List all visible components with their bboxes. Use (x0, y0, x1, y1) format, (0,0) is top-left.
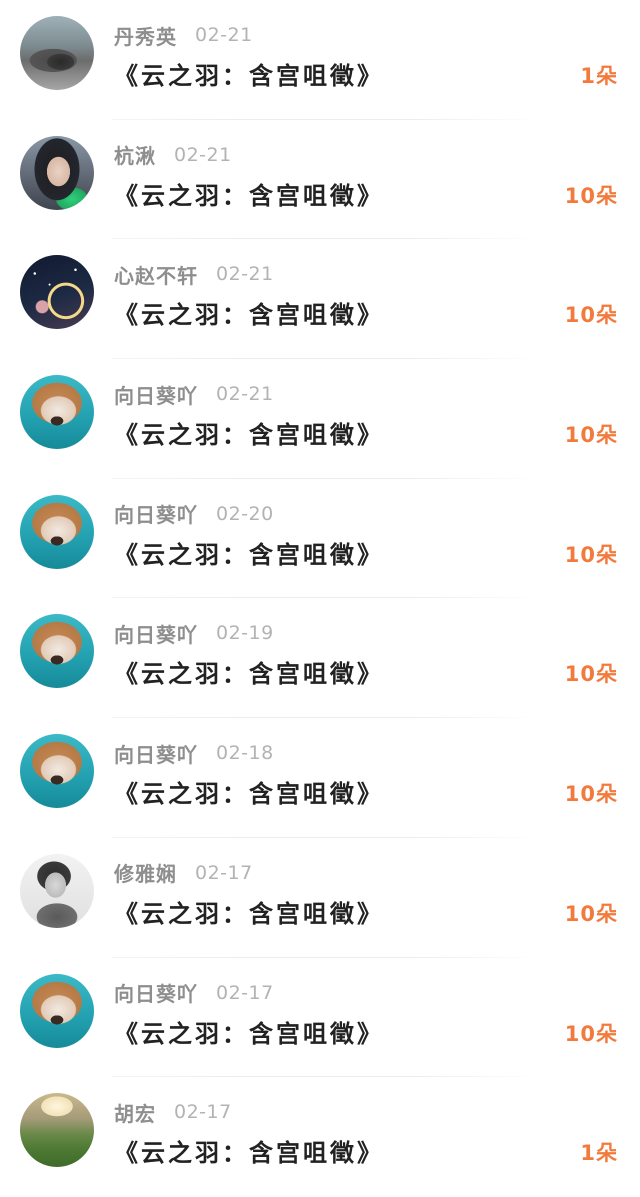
gift-record-list: 丹秀英 02-21 《云之羽：含宫咀徵》 1朵 杭湫 02-21 《云之羽：含宫… (0, 0, 640, 1197)
date: 02-19 (216, 622, 274, 645)
flower-count: 10朵 (564, 303, 618, 328)
list-item[interactable]: 胡宏 02-17 《云之羽：含宫咀徵》 1朵 (0, 1077, 640, 1197)
list-item[interactable]: 向日葵吖 02-17 《云之羽：含宫咀徵》 10朵 (0, 958, 640, 1078)
username[interactable]: 胡宏 (114, 1098, 156, 1127)
date: 02-18 (216, 742, 274, 765)
flower-count: 10朵 (564, 542, 618, 567)
flower-count: 10朵 (564, 901, 618, 926)
list-item[interactable]: 心赵不轩 02-21 《云之羽：含宫咀徵》 10朵 (0, 239, 640, 359)
username[interactable]: 向日葵吖 (114, 739, 198, 768)
item-meta: 杭湫 02-21 (114, 140, 232, 169)
avatar[interactable] (20, 614, 94, 689)
flower-count: 10朵 (564, 1021, 618, 1046)
book-title[interactable]: 《云之羽：含宫咀徵》 (114, 774, 384, 809)
date: 02-21 (174, 143, 232, 166)
date: 02-17 (174, 1101, 232, 1124)
avatar[interactable] (20, 494, 94, 569)
username[interactable]: 向日葵吖 (114, 978, 198, 1007)
username[interactable]: 向日葵吖 (114, 380, 198, 409)
book-title[interactable]: 《云之羽：含宫咀徵》 (114, 894, 384, 929)
flower-count: 1朵 (580, 64, 618, 88)
book-title[interactable]: 《云之羽：含宫咀徵》 (114, 415, 384, 450)
username[interactable]: 向日葵吖 (114, 499, 198, 528)
book-title[interactable]: 《云之羽：含宫咀徵》 (114, 654, 384, 689)
username[interactable]: 修雅娴 (114, 858, 177, 887)
username[interactable]: 丹秀英 (114, 21, 177, 50)
username[interactable]: 杭湫 (114, 140, 156, 169)
flower-count: 10朵 (564, 183, 618, 208)
date: 02-17 (195, 861, 253, 884)
book-title[interactable]: 《云之羽：含宫咀徵》 (114, 56, 384, 91)
date: 02-17 (216, 981, 274, 1004)
list-item[interactable]: 向日葵吖 02-21 《云之羽：含宫咀徵》 10朵 (0, 359, 640, 479)
item-meta: 胡宏 02-17 (114, 1098, 232, 1127)
item-meta: 向日葵吖 02-20 (114, 499, 274, 528)
list-item[interactable]: 向日葵吖 02-19 《云之羽：含宫咀徵》 10朵 (0, 598, 640, 718)
list-item[interactable]: 修雅娴 02-17 《云之羽：含宫咀徵》 10朵 (0, 838, 640, 958)
avatar[interactable] (20, 1093, 94, 1168)
username[interactable]: 向日葵吖 (114, 619, 198, 648)
date: 02-21 (195, 24, 253, 46)
book-title[interactable]: 《云之羽：含宫咀徵》 (114, 176, 384, 211)
list-item[interactable]: 向日葵吖 02-18 《云之羽：含宫咀徵》 10朵 (0, 718, 640, 838)
avatar[interactable] (20, 973, 94, 1048)
flower-count: 10朵 (564, 782, 618, 807)
flower-count: 10朵 (564, 423, 618, 448)
avatar[interactable] (20, 853, 94, 928)
list-item[interactable]: 向日葵吖 02-20 《云之羽：含宫咀徵》 10朵 (0, 479, 640, 599)
book-title[interactable]: 《云之羽：含宫咀徵》 (114, 535, 384, 570)
book-title[interactable]: 《云之羽：含宫咀徵》 (114, 1133, 384, 1168)
list-item[interactable]: 杭湫 02-21 《云之羽：含宫咀徵》 10朵 (0, 120, 640, 240)
avatar[interactable] (20, 255, 94, 330)
date: 02-21 (216, 383, 274, 406)
flower-count: 1朵 (580, 1141, 618, 1166)
item-meta: 向日葵吖 02-19 (114, 619, 274, 648)
avatar[interactable] (20, 16, 94, 90)
avatar[interactable] (20, 375, 94, 450)
flower-count: 10朵 (564, 662, 618, 687)
username[interactable]: 心赵不轩 (114, 260, 198, 289)
book-title[interactable]: 《云之羽：含宫咀徵》 (114, 295, 384, 330)
list-item[interactable]: 丹秀英 02-21 《云之羽：含宫咀徵》 1朵 (0, 0, 640, 120)
item-meta: 向日葵吖 02-18 (114, 739, 274, 768)
item-meta: 修雅娴 02-17 (114, 858, 253, 887)
book-title[interactable]: 《云之羽：含宫咀徵》 (114, 1014, 384, 1049)
date: 02-21 (216, 263, 274, 286)
date: 02-20 (216, 502, 274, 525)
item-meta: 向日葵吖 02-17 (114, 978, 274, 1007)
item-meta: 心赵不轩 02-21 (114, 260, 274, 289)
avatar[interactable] (20, 135, 94, 210)
item-meta: 丹秀英 02-21 (114, 21, 253, 50)
avatar[interactable] (20, 734, 94, 809)
item-meta: 向日葵吖 02-21 (114, 380, 274, 409)
